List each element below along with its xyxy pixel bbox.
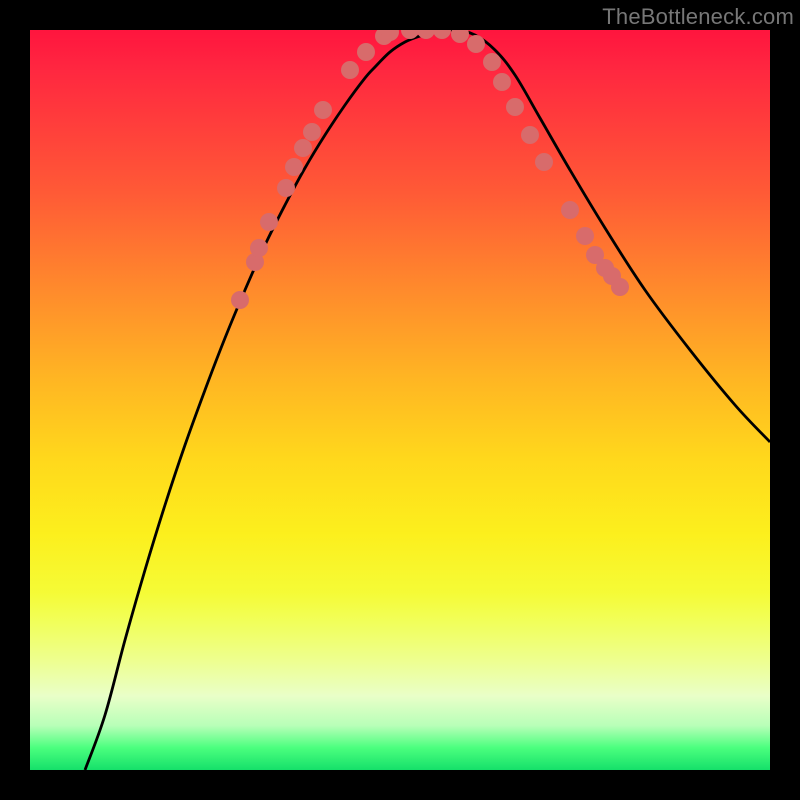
curve-dot [493, 73, 511, 91]
curve-dot [341, 61, 359, 79]
curve-dot [303, 123, 321, 141]
curve-dot [611, 278, 629, 296]
curve-dot [561, 201, 579, 219]
curve-dot [285, 158, 303, 176]
curve-dot [294, 139, 312, 157]
curve-dot [483, 53, 501, 71]
plot-area [30, 30, 770, 770]
curve-dot [260, 213, 278, 231]
curve-dot [250, 239, 268, 257]
curve-dot [231, 291, 249, 309]
curve-dot [357, 43, 375, 61]
curve-dot [277, 179, 295, 197]
curve-dot [576, 227, 594, 245]
curve-dot [417, 30, 435, 39]
bottleneck-curve [85, 30, 770, 770]
curve-dot [506, 98, 524, 116]
watermark-text: TheBottleneck.com [602, 4, 794, 30]
chart-svg [30, 30, 770, 770]
curve-dot [521, 126, 539, 144]
curve-dot [451, 30, 469, 43]
curve-dot [314, 101, 332, 119]
curve-dot [433, 30, 451, 39]
curve-dot [535, 153, 553, 171]
chart-frame: TheBottleneck.com [0, 0, 800, 800]
curve-dot [467, 35, 485, 53]
